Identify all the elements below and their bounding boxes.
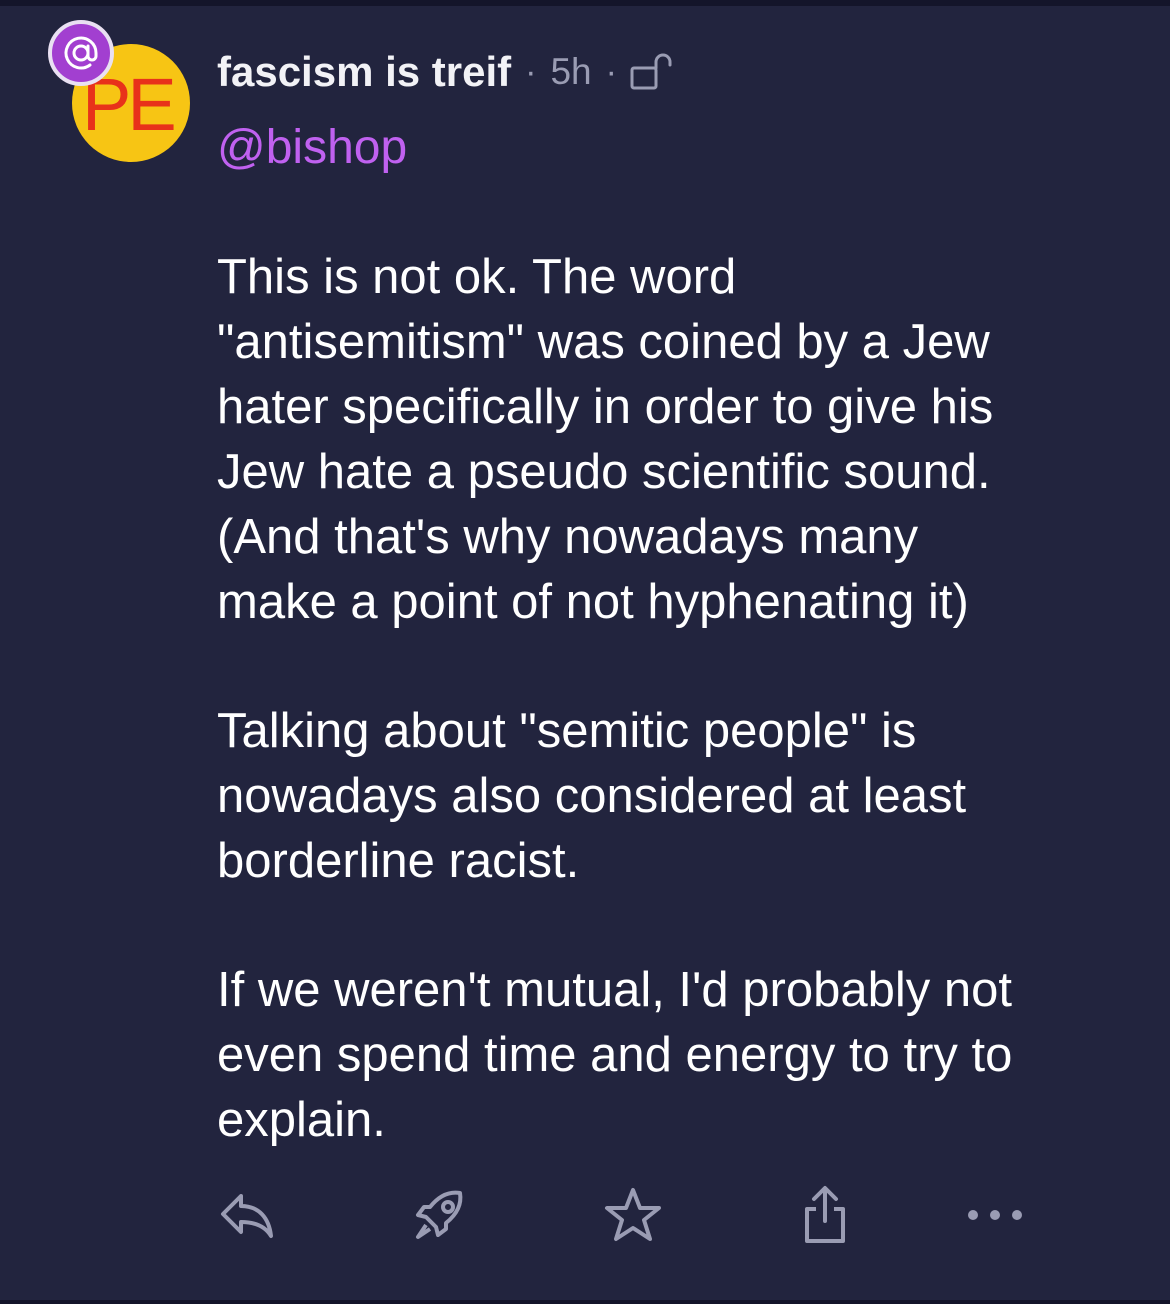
timestamp[interactable]: 5h xyxy=(550,51,591,93)
unlock-icon xyxy=(629,52,673,92)
boost-button[interactable] xyxy=(405,1180,475,1250)
more-icon xyxy=(968,1210,1022,1220)
bottom-divider xyxy=(0,1300,1170,1304)
avatar-container[interactable]: PE xyxy=(48,20,194,166)
meta-separator: · xyxy=(525,52,537,91)
reply-button[interactable] xyxy=(212,1180,282,1250)
post-paragraph: Talking about "semitic people" is nowada… xyxy=(217,704,967,888)
post-paragraph: This is not ok. The word "antisemitism" … xyxy=(217,250,994,629)
boost-icon xyxy=(416,1190,463,1239)
favourite-button[interactable] xyxy=(598,1180,668,1250)
more-button[interactable] xyxy=(960,1180,1030,1250)
mention-handle[interactable]: @bishop xyxy=(217,120,407,175)
mention-badge xyxy=(48,20,114,86)
favourite-icon xyxy=(605,1188,661,1241)
share-icon xyxy=(805,1186,845,1243)
post-content: This is not ok. The word "antisemitism" … xyxy=(217,245,1122,1217)
top-divider xyxy=(0,0,1170,6)
display-name[interactable]: fascism is treif xyxy=(217,48,511,96)
reply-icon xyxy=(221,1194,273,1238)
post-paragraph: If we weren't mutual, I'd probably not e… xyxy=(217,963,1013,1147)
post-header: fascism is treif · 5h · xyxy=(217,42,673,102)
action-bar xyxy=(0,1180,1170,1250)
share-button[interactable] xyxy=(790,1180,860,1250)
meta-separator-2: · xyxy=(605,52,617,91)
at-icon xyxy=(64,36,98,70)
